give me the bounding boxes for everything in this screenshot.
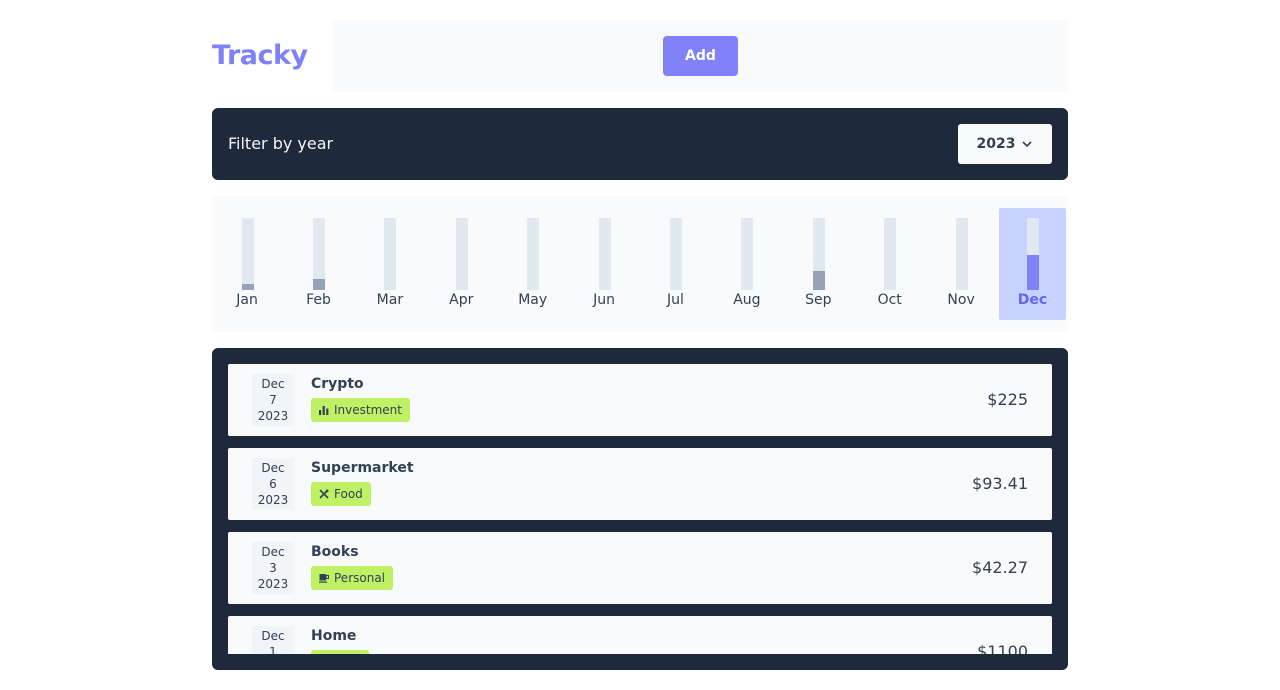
month-label: Jun bbox=[593, 292, 616, 308]
month-bar-jan[interactable]: Jan bbox=[214, 208, 281, 320]
bar-track bbox=[598, 218, 611, 290]
bar-track bbox=[455, 218, 468, 290]
expense-date: Dec12023 bbox=[252, 626, 294, 654]
date-month: Dec bbox=[261, 629, 285, 643]
bar-track bbox=[955, 218, 968, 290]
bar-track bbox=[670, 218, 682, 290]
month-label: Jul bbox=[667, 292, 684, 308]
month-bar-sep[interactable]: Sep bbox=[785, 208, 852, 320]
chart-bars-icon bbox=[319, 405, 329, 415]
date-month: Dec bbox=[261, 461, 285, 475]
expense-date: Dec 6 2023 bbox=[252, 458, 294, 510]
year-select[interactable]: 2023 bbox=[958, 124, 1052, 164]
chevron-down-icon bbox=[1021, 138, 1033, 150]
month-bar-dec[interactable]: Dec bbox=[999, 208, 1066, 320]
date-day: 3 bbox=[269, 561, 277, 575]
expense-item[interactable]: Dec 6 2023 Supermarket Food $93.41 bbox=[228, 448, 1052, 520]
date-month: Dec bbox=[261, 545, 285, 559]
monthly-chart: Jan Feb Mar Apr May Jun Jul Aug Sep Oct Nov Dec bbox=[212, 196, 1068, 332]
date-day: 7 bbox=[269, 393, 277, 407]
expense-item[interactable]: Dec 7 2023 Crypto Investment $225 bbox=[228, 364, 1052, 436]
expense-title: Crypto bbox=[311, 376, 364, 392]
date-month: Dec bbox=[261, 377, 285, 391]
bar-track bbox=[384, 218, 397, 290]
month-bar-apr[interactable]: Apr bbox=[428, 208, 495, 320]
utensils-icon bbox=[319, 489, 329, 499]
month-label: Sep bbox=[805, 292, 832, 308]
app-logo: Tracky bbox=[212, 40, 308, 71]
expense-list: Dec 7 2023 Crypto Investment $225 Dec 6 2023 Supe… bbox=[228, 364, 1052, 654]
bar-fill bbox=[313, 279, 325, 290]
bar-track bbox=[1027, 218, 1039, 290]
month-label: Mar bbox=[376, 292, 404, 308]
date-year: 2023 bbox=[257, 577, 289, 591]
expense-amount: $225 bbox=[987, 390, 1028, 409]
filter-label: Filter by year bbox=[228, 134, 334, 153]
expense-title: Books bbox=[311, 544, 359, 560]
date-year: 2023 bbox=[257, 493, 289, 507]
month-bar-oct[interactable]: Oct bbox=[856, 208, 923, 320]
bar-track bbox=[884, 218, 897, 290]
bar-track bbox=[313, 218, 325, 290]
month-label: Apr bbox=[449, 292, 474, 308]
month-bar-mar[interactable]: Mar bbox=[356, 208, 423, 320]
expense-item[interactable]: Dec 3 2023 Books Personal $42.27 bbox=[228, 532, 1052, 604]
bar-track bbox=[812, 218, 825, 290]
month-label: May bbox=[518, 292, 548, 308]
category-tag: Investment bbox=[311, 398, 410, 422]
category-tag: Personal bbox=[311, 566, 394, 590]
bar-fill bbox=[241, 284, 254, 290]
bar-track bbox=[741, 218, 754, 290]
category-label: Investment bbox=[334, 403, 402, 417]
month-label: Dec bbox=[1017, 292, 1048, 308]
month-bar-jun[interactable]: Jun bbox=[571, 208, 638, 320]
expense-amount: $42.27 bbox=[972, 558, 1028, 577]
bar-track bbox=[241, 218, 254, 290]
month-label: Aug bbox=[733, 292, 761, 308]
month-bar-nov[interactable]: Nov bbox=[928, 208, 995, 320]
add-expense-button[interactable]: Add bbox=[663, 36, 738, 76]
category-tag: Food bbox=[311, 482, 371, 506]
bar-fill bbox=[812, 271, 825, 290]
bar-fill bbox=[1027, 255, 1039, 290]
month-bar-feb[interactable]: Feb bbox=[285, 208, 352, 320]
expense-date: Dec 7 2023 bbox=[252, 374, 294, 426]
expense-item[interactable]: Dec12023Home$1100 bbox=[228, 616, 1052, 654]
date-year: 2023 bbox=[257, 409, 289, 423]
month-label: Nov bbox=[947, 292, 975, 308]
bar-track bbox=[527, 218, 540, 290]
mug-icon bbox=[319, 573, 329, 583]
date-day: 6 bbox=[269, 477, 277, 491]
month-bar-may[interactable]: May bbox=[499, 208, 566, 320]
category-label: Personal bbox=[334, 571, 386, 585]
category-label: Food bbox=[334, 487, 363, 501]
month-bar-jul[interactable]: Jul bbox=[642, 208, 709, 320]
expense-amount: $93.41 bbox=[972, 474, 1028, 493]
category-tag bbox=[311, 650, 369, 654]
expense-amount: $1100 bbox=[977, 642, 1028, 654]
month-bar-aug[interactable]: Aug bbox=[713, 208, 780, 320]
expense-title: Supermarket bbox=[311, 460, 414, 476]
expense-title: Home bbox=[311, 628, 357, 644]
month-label: Feb bbox=[306, 292, 331, 308]
top-toolbar: Add bbox=[333, 20, 1068, 92]
expense-date: Dec 3 2023 bbox=[252, 542, 294, 594]
selected-year: 2023 bbox=[976, 136, 1016, 152]
expense-list-panel: Dec 7 2023 Crypto Investment $225 Dec 6 2023 Supe… bbox=[212, 348, 1068, 670]
year-filter-bar: Filter by year 2023 bbox=[212, 108, 1068, 180]
date-day: 1 bbox=[269, 645, 277, 654]
month-label: Jan bbox=[236, 292, 258, 308]
month-label: Oct bbox=[877, 292, 902, 308]
